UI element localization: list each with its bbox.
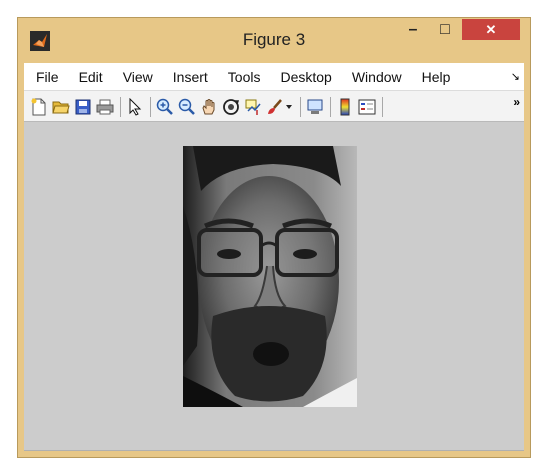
close-button[interactable]: ✕ bbox=[462, 19, 520, 40]
figure-toolbar: » bbox=[24, 90, 524, 122]
menu-edit[interactable]: Edit bbox=[69, 69, 113, 85]
menu-file[interactable]: File bbox=[24, 69, 69, 85]
toolbar-separator bbox=[300, 97, 301, 117]
title-bar[interactable]: Figure 3 – □ ✕ bbox=[18, 18, 530, 62]
maximize-icon: □ bbox=[440, 21, 450, 38]
menu-view[interactable]: View bbox=[113, 69, 163, 85]
colorbar-icon[interactable] bbox=[336, 98, 354, 116]
menu-insert[interactable]: Insert bbox=[163, 69, 218, 85]
link-plot-icon[interactable] bbox=[306, 98, 324, 116]
menu-desktop[interactable]: Desktop bbox=[270, 69, 341, 85]
save-icon[interactable] bbox=[74, 98, 92, 116]
data-cursor-icon[interactable] bbox=[244, 98, 262, 116]
minimize-button[interactable]: – bbox=[398, 18, 428, 42]
toolbar-overflow-icon[interactable]: » bbox=[513, 95, 520, 109]
menu-help[interactable]: Help bbox=[412, 69, 461, 85]
rotate-3d-icon[interactable] bbox=[222, 98, 240, 116]
new-figure-icon[interactable] bbox=[30, 98, 48, 116]
zoom-in-icon[interactable] bbox=[156, 98, 174, 116]
face-image bbox=[183, 146, 357, 407]
toolbar-separator bbox=[150, 97, 151, 117]
maximize-button[interactable]: □ bbox=[430, 18, 460, 42]
open-file-icon[interactable] bbox=[52, 98, 70, 116]
close-icon: ✕ bbox=[485, 21, 497, 37]
menu-dock-arrow-icon[interactable]: ↘ bbox=[511, 70, 520, 83]
legend-icon[interactable] bbox=[358, 98, 376, 116]
pan-hand-icon[interactable] bbox=[200, 98, 218, 116]
figure-canvas bbox=[24, 122, 524, 451]
toolbar-separator bbox=[120, 97, 121, 117]
zoom-out-icon[interactable] bbox=[178, 98, 196, 116]
toolbar-separator bbox=[382, 97, 383, 117]
toolbar-separator bbox=[330, 97, 331, 117]
figure-window: Figure 3 – □ ✕ File Edit View Insert Too… bbox=[17, 17, 531, 458]
minimize-icon: – bbox=[408, 21, 418, 38]
brush-icon[interactable] bbox=[266, 98, 284, 116]
pointer-icon[interactable] bbox=[126, 98, 144, 116]
menu-window[interactable]: Window bbox=[342, 69, 412, 85]
print-icon[interactable] bbox=[96, 98, 114, 116]
menu-bar: File Edit View Insert Tools Desktop Wind… bbox=[24, 63, 524, 90]
brush-dropdown-icon[interactable] bbox=[284, 98, 294, 116]
menu-tools[interactable]: Tools bbox=[218, 69, 271, 85]
